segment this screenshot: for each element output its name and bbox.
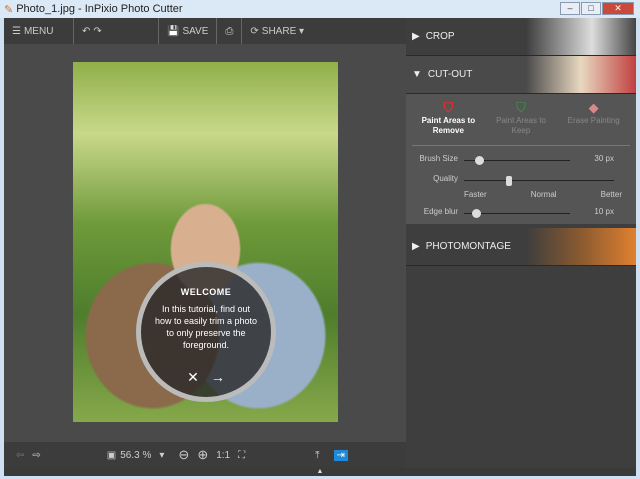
- quality-slider[interactable]: [464, 180, 614, 181]
- previous-arrow-icon[interactable]: ⇦: [16, 450, 24, 461]
- red-brush-icon: ⛉: [443, 100, 454, 115]
- edge-blur-label: Edge blur: [423, 207, 458, 216]
- welcome-text: In this tutorial, find out how to easily…: [154, 304, 258, 350]
- crop-thumbnail: [526, 18, 636, 55]
- export-icon[interactable]: ⤒: [315, 450, 319, 461]
- chevron-right-icon: ▶: [412, 31, 420, 42]
- eraser-icon: ◆: [588, 100, 599, 115]
- save-button[interactable]: 💾 SAVE: [159, 18, 218, 44]
- collapse-bar[interactable]: ▲: [4, 468, 636, 476]
- app-icon: ✎: [4, 3, 14, 16]
- close-tutorial-icon[interactable]: ✕: [187, 369, 199, 386]
- next-arrow-icon[interactable]: ⇨: [32, 450, 40, 461]
- mode-label: Paint Areas to Keep: [496, 116, 546, 135]
- window-title: Photo_1.jpg - InPixio Photo Cutter: [16, 3, 183, 15]
- share-button[interactable]: ⟳ SHARE ▾: [242, 18, 312, 44]
- mode-label: Erase Painting: [567, 116, 620, 125]
- menu-button[interactable]: ☰ MENU: [4, 18, 74, 44]
- save-icon: 💾: [167, 25, 180, 37]
- section-cutout[interactable]: ▼ CUT-OUT: [406, 56, 636, 94]
- actual-size-button[interactable]: 1:1: [216, 450, 230, 461]
- undo-redo[interactable]: ↶ ↷: [74, 18, 159, 44]
- cutout-panel: ⛉ Paint Areas to Remove ⛉ Paint Areas to K…: [406, 94, 636, 224]
- section-photomontage[interactable]: ▶ PHOTOMONTAGE: [406, 228, 636, 266]
- edge-blur-value: 10 px: [594, 207, 614, 216]
- share-icon: ⟳: [250, 25, 259, 37]
- menu-icon: ☰: [12, 25, 21, 37]
- compare-view-icon[interactable]: ⇥: [333, 449, 348, 461]
- cutout-thumbnail: [526, 56, 636, 93]
- editor-area: ☰ MENU ↶ ↷ 💾 SAVE ⎙ ⟳ SHARE ▾ WELCOME In thi…: [4, 18, 406, 442]
- welcome-bubble: WELCOME In this tutorial, find out how t…: [136, 262, 276, 402]
- brush-size-label: Brush Size: [419, 154, 458, 163]
- quality-tick-faster: Faster: [464, 190, 487, 199]
- minimize-button[interactable]: –: [560, 2, 580, 15]
- zoom-level[interactable]: 56.3 %: [120, 450, 151, 461]
- green-brush-icon: ⛉: [516, 100, 526, 115]
- fit-view-icon[interactable]: ▣: [107, 450, 116, 461]
- chevron-down-icon: ▼: [412, 69, 422, 80]
- section-crop[interactable]: ▶ CROP: [406, 18, 636, 56]
- quality-label: Quality: [433, 174, 458, 183]
- paint-keep-button[interactable]: ⛉ Paint Areas to Keep: [491, 100, 551, 145]
- cutout-label: CUT-OUT: [427, 69, 473, 80]
- welcome-title: WELCOME: [180, 287, 232, 297]
- zoom-fit-icon[interactable]: ⛶: [238, 450, 245, 461]
- menu-label: MENU: [23, 25, 54, 37]
- zoom-in-icon[interactable]: ⊕: [197, 447, 208, 463]
- erase-painting-button[interactable]: ◆ Erase Painting: [564, 100, 624, 145]
- quality-tick-better: Better: [600, 190, 622, 199]
- close-button[interactable]: ✕: [602, 2, 634, 15]
- paint-remove-button[interactable]: ⛉ Paint Areas to Remove: [418, 100, 478, 145]
- mode-label: Paint Areas to Remove: [421, 116, 476, 135]
- print-icon: ⎙: [225, 25, 234, 37]
- quality-knob[interactable]: [506, 176, 512, 186]
- zoom-dropdown-icon[interactable]: ▾: [159, 450, 164, 461]
- edge-blur-row: Edge blur 10 px: [406, 207, 636, 219]
- edge-blur-knob[interactable]: [472, 209, 482, 218]
- print-button[interactable]: ⎙: [217, 18, 243, 44]
- next-tutorial-icon[interactable]: →: [211, 369, 225, 386]
- brush-size-value: 30 px: [594, 154, 614, 163]
- toolbar: ☰ MENU ↶ ↷ 💾 SAVE ⎙ ⟳ SHARE ▾: [4, 18, 406, 44]
- bottom-bar: ⇦ ⇨ ▣ 56.3 % ▾ ⊖ ⊕ 1:1 ⛶ ⤒ ⇥: [4, 442, 406, 468]
- brush-size-knob[interactable]: [474, 156, 484, 165]
- brush-size-row: Brush Size 30 px: [406, 154, 636, 166]
- save-label: SAVE: [182, 25, 209, 37]
- redo-icon: ↷: [93, 25, 102, 37]
- photomontage-thumbnail: [526, 228, 636, 265]
- quality-tick-normal: Normal: [530, 190, 557, 199]
- crop-label: CROP: [425, 31, 455, 42]
- collapse-icon[interactable]: ▲: [317, 468, 324, 475]
- share-label: SHARE ▾: [261, 25, 305, 37]
- sidebar: ▶ CROP ▼ CUT-OUT ⛉ Paint Areas to Remove ⛉ P…: [406, 18, 636, 468]
- quality-row: Quality: [406, 174, 636, 186]
- undo-icon: ↶: [82, 25, 91, 37]
- chevron-right-icon: ▶: [412, 241, 420, 252]
- photomontage-label: PHOTOMONTAGE: [425, 241, 511, 252]
- maximize-button[interactable]: □: [581, 2, 601, 15]
- zoom-out-icon[interactable]: ⊖: [178, 447, 189, 463]
- title-bar: ✎ Photo_1.jpg - InPixio Photo Cutter – □…: [0, 0, 640, 18]
